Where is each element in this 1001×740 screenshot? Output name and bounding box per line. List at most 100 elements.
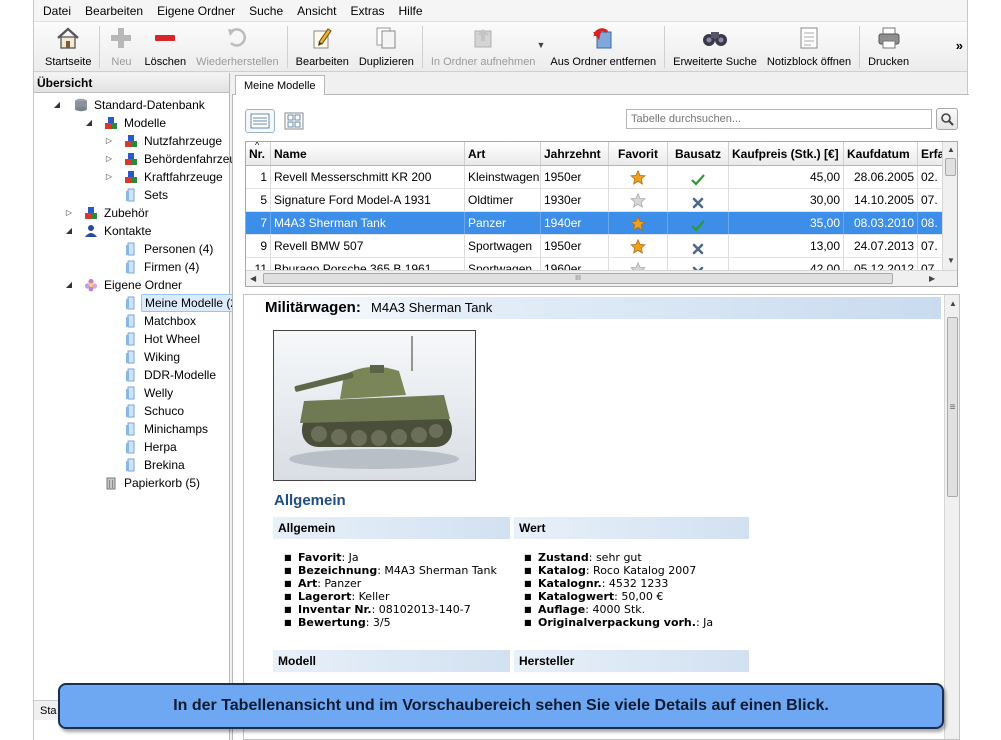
column-header-name[interactable]: Name (271, 142, 465, 165)
table-cell-nr: 7 (246, 212, 271, 234)
tree-item[interactable]: Brekina (34, 456, 229, 474)
aus-ordner-entfernen-button[interactable]: Aus Ordner entfernen (545, 22, 661, 70)
menu-extras[interactable]: Extras (344, 0, 392, 22)
startseite-button[interactable]: Startseite (40, 22, 96, 70)
collapse-icon[interactable]: ◢ (64, 276, 74, 294)
flower-icon (84, 278, 98, 292)
scroll-left-icon[interactable]: ◀ (250, 274, 256, 283)
expand-icon[interactable]: ▷ (104, 150, 114, 168)
collapse-icon[interactable]: ◢ (52, 96, 62, 114)
column-header-kaufpreis[interactable]: Kaufpreis (Stk.) [€] (729, 142, 844, 165)
table-cell-jahrzehnt: 1930er (541, 189, 609, 211)
notizblock-button[interactable]: Notizblock öffnen (762, 22, 856, 70)
tree-item[interactable]: DDR-Modelle (34, 366, 229, 384)
tree-item[interactable]: Herpa (34, 438, 229, 456)
folder-icon (124, 242, 138, 256)
column-header-bausatz[interactable]: Bausatz (668, 142, 729, 165)
chevron-down-icon[interactable]: ▼ (536, 22, 545, 50)
tree-item[interactable]: ◢ Modelle (34, 114, 229, 132)
tree-item[interactable]: ▷ Kraftfahrzeuge (34, 168, 229, 186)
gallery-view-button[interactable] (279, 109, 309, 133)
search-button[interactable] (936, 108, 958, 130)
drucken-button[interactable]: Drucken (863, 22, 914, 70)
tree-item[interactable]: ◢ Kontakte (34, 222, 229, 240)
wiederherstellen-button[interactable]: Wiederherstellen (191, 22, 284, 70)
table-horizontal-scrollbar[interactable]: ◀ III ▶ (246, 270, 957, 286)
detail-item: ■ Katalognr.: 4532 1233 (524, 577, 713, 590)
table-row[interactable]: 9 Revell BMW 507 Sportwagen 1950er 13,00 24.0… (246, 235, 957, 258)
scroll-right-icon[interactable]: ▶ (929, 274, 935, 283)
star-filled-icon (609, 212, 668, 234)
table-view-button[interactable] (245, 109, 275, 133)
detail-value: : 08102013-140-7 (371, 603, 471, 616)
scrollbar-thumb[interactable] (945, 158, 956, 176)
column-header-favorit[interactable]: Favorit (609, 142, 668, 165)
scrollbar-thumb[interactable]: ≡ (947, 317, 958, 497)
tree-item[interactable]: Meine Modelle (20) (34, 294, 252, 312)
table-cell-name: Revell BMW 507 (271, 235, 465, 257)
tree-item[interactable]: Papierkorb (5) (34, 474, 229, 492)
tree-item[interactable]: ◢ Standard-Datenbank (34, 96, 229, 114)
column-header-kaufdatum[interactable]: Kaufdatum (844, 142, 918, 165)
detail-key: Art (298, 577, 318, 590)
collapse-icon[interactable]: ◢ (84, 114, 94, 132)
menu-hilfe[interactable]: Hilfe (392, 0, 430, 22)
detail-key: Favorit (298, 551, 342, 564)
neu-button[interactable]: Neu (103, 22, 139, 70)
tree-item[interactable]: Sets (34, 186, 229, 204)
tree-item[interactable]: ▷ Nutzfahrzeuge (34, 132, 229, 150)
table-cell-erf: 08. (918, 212, 944, 234)
column-header-jahrzehnt[interactable]: Jahrzehnt (541, 142, 609, 165)
tree-item[interactable]: Hot Wheel (34, 330, 229, 348)
tree-item[interactable]: Firmen (4) (34, 258, 229, 276)
menu-datei[interactable]: Datei (36, 0, 78, 22)
tree-item-label: Standard-Datenbank (94, 98, 205, 112)
toolbar-overflow-button[interactable]: » (952, 22, 967, 53)
detail-value: : Keller (351, 590, 390, 603)
scroll-down-icon[interactable]: ▼ (947, 256, 955, 265)
bullet-icon: ■ (524, 553, 532, 562)
tree-item[interactable]: Minichamps (34, 420, 229, 438)
loeschen-button[interactable]: Löschen (139, 22, 191, 70)
tab-meine-modelle[interactable]: Meine Modelle (235, 75, 325, 96)
column-header-nr[interactable]: Nr. ^ (246, 142, 271, 165)
expand-icon[interactable]: ▷ (104, 132, 114, 150)
tree-item-label: Herpa (144, 440, 177, 454)
column-header-erfasst[interactable]: Erfa (918, 142, 944, 165)
menu-bearbeiten[interactable]: Bearbeiten (78, 0, 150, 22)
table-row[interactable]: 1 Revell Messerschmitt KR 200 Kleinstwagen… (246, 166, 957, 189)
table-vertical-scrollbar[interactable]: ▲ ▼ (942, 142, 957, 270)
expand-icon[interactable]: ▷ (64, 204, 74, 222)
blocks-icon (84, 206, 98, 220)
detail-value: : Roco Katalog 2007 (585, 564, 697, 577)
group-header-hersteller: Hersteller (514, 650, 749, 672)
duplizieren-button[interactable]: Duplizieren (354, 22, 419, 70)
table-search-input[interactable] (626, 109, 932, 129)
expand-icon[interactable]: ▷ (104, 168, 114, 186)
detail-value: : Ja (341, 551, 359, 564)
tree-item[interactable]: Schuco (34, 402, 229, 420)
toolbar-separator (664, 26, 666, 68)
menu-eigene-ordner[interactable]: Eigene Ordner (150, 0, 242, 22)
bearbeiten-button[interactable]: Bearbeiten (291, 22, 354, 70)
menu-suche[interactable]: Suche (242, 0, 290, 22)
table-row[interactable]: 7 M4A3 Sherman Tank Panzer 1940er 35,00 08.03… (246, 212, 957, 235)
tree-item[interactable]: ▷ Behördenfahrzeuge (34, 150, 250, 168)
tree-item[interactable]: Welly (34, 384, 229, 402)
collapse-icon[interactable]: ◢ (64, 222, 74, 240)
scrollbar-thumb[interactable]: III (263, 273, 893, 284)
bullet-icon: ■ (524, 605, 532, 614)
menu-ansicht[interactable]: Ansicht (290, 0, 343, 22)
tree-item[interactable]: Personen (4) (34, 240, 229, 258)
scroll-up-icon[interactable]: ▲ (947, 145, 955, 154)
tree-item[interactable]: ▷ Zubehör (34, 204, 229, 222)
column-header-art[interactable]: Art (465, 142, 541, 165)
tree-item[interactable]: Wiking (34, 348, 229, 366)
in-ordner-aufnehmen-button[interactable]: In Ordner aufnehmen (426, 22, 541, 70)
erweiterte-suche-button[interactable]: Erweiterte Suche (668, 22, 762, 70)
preview-vertical-scrollbar[interactable]: ▲ ≡ (944, 295, 959, 739)
scroll-up-icon[interactable]: ▲ (949, 299, 957, 308)
tree-item[interactable]: Matchbox (34, 312, 229, 330)
table-row[interactable]: 5 Signature Ford Model-A 1931 Oldtimer 1930… (246, 189, 957, 212)
tree-item[interactable]: ◢ Eigene Ordner (34, 276, 229, 294)
